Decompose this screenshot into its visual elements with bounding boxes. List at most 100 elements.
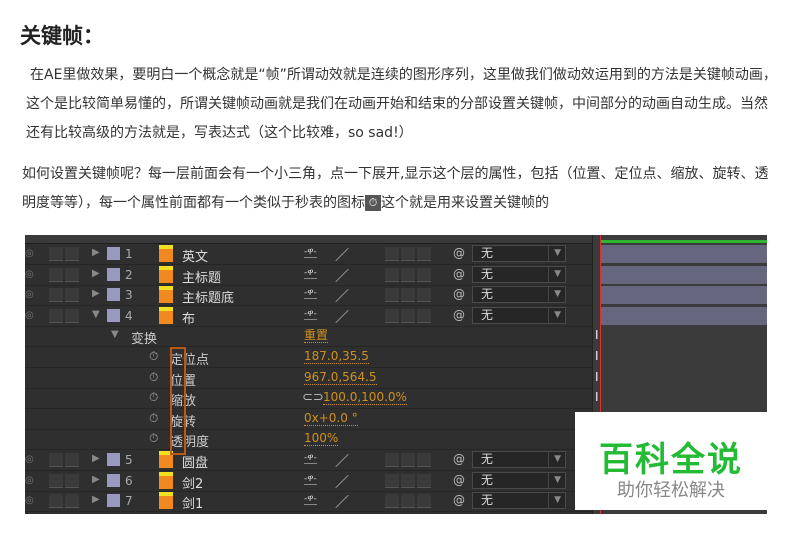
lock-toggle[interactable]	[65, 267, 79, 282]
switch[interactable]	[385, 453, 399, 467]
collapsed-triangle-icon[interactable]: ▶	[92, 288, 100, 299]
switch[interactable]	[401, 267, 415, 282]
shy-switch-icon[interactable]: -ዋ-	[304, 494, 317, 506]
parent-pickwhip-icon[interactable]: @	[453, 452, 465, 466]
layer-duration-bar[interactable]	[601, 265, 767, 284]
property-value[interactable]: 100%	[304, 431, 339, 447]
parent-dropdown[interactable]: 无 ▼	[472, 471, 566, 489]
layer-name[interactable]: 布	[182, 308, 195, 327]
label-color[interactable]	[107, 288, 120, 302]
switch[interactable]	[385, 473, 399, 488]
layer-name[interactable]: 剑1	[182, 493, 203, 512]
switch[interactable]	[401, 288, 415, 303]
quality-slash-icon[interactable]: ／	[335, 245, 349, 265]
switch[interactable]	[417, 288, 431, 303]
shy-switch-icon[interactable]: -ዋ-	[304, 453, 317, 464]
stopwatch-icon[interactable]: ⏱	[149, 390, 158, 405]
shy-switch-icon[interactable]: -ዋ-	[304, 288, 317, 300]
switch[interactable]	[385, 308, 399, 323]
layer-row[interactable]: ◎ ▶ 2 主标题 -ዋ- ／ @ 无 ▼	[25, 265, 592, 286]
audio-toggle[interactable]	[49, 288, 63, 303]
layer-row[interactable]: ◎ ▶ 5 圆盘 -ዋ- ／ @ 无 ▼	[25, 450, 592, 471]
label-color[interactable]	[107, 453, 120, 466]
property-value[interactable]: 100.0,100.0%	[323, 390, 407, 406]
audio-toggle[interactable]	[49, 473, 63, 488]
reset-link[interactable]: 重置	[304, 328, 329, 344]
lock-toggle[interactable]	[65, 473, 79, 488]
audio-toggle[interactable]	[49, 494, 63, 509]
layer-row[interactable]: ◎ ▼ 4 布 -ዋ- ／ @ 无 ▼	[25, 306, 592, 327]
quality-slash-icon[interactable]: ／	[335, 472, 349, 492]
property-row[interactable]: ⏱ 定位点 187.0,35.5 I	[25, 347, 599, 368]
parent-pickwhip-icon[interactable]: @	[453, 287, 465, 301]
audio-toggle[interactable]	[49, 453, 63, 467]
label-color[interactable]	[107, 247, 120, 260]
work-area-bar[interactable]	[601, 240, 767, 243]
eye-icon[interactable]: ◎	[25, 310, 34, 321]
parent-dropdown[interactable]: 无 ▼	[472, 245, 566, 262]
parent-pickwhip-icon[interactable]: @	[453, 246, 465, 260]
collapsed-triangle-icon[interactable]: ▶	[92, 453, 100, 464]
transform-group[interactable]: ▼ 变换 重置 I	[25, 326, 599, 348]
lock-toggle[interactable]	[65, 288, 79, 303]
switch[interactable]	[385, 267, 399, 282]
layer-duration-bar[interactable]	[601, 306, 767, 325]
layer-name[interactable]: 主标题底	[182, 287, 234, 306]
layer-name[interactable]: 剑2	[182, 473, 203, 492]
switch[interactable]	[401, 308, 415, 323]
eye-icon[interactable]: ◎	[25, 454, 34, 465]
shy-switch-icon[interactable]: -ዋ-	[304, 309, 317, 320]
parent-dropdown[interactable]: 无 ▼	[472, 286, 566, 304]
switch[interactable]	[401, 473, 415, 488]
parent-dropdown[interactable]: 无 ▼	[472, 306, 566, 324]
audio-toggle[interactable]	[49, 267, 63, 282]
layer-duration-bar[interactable]	[601, 245, 767, 263]
collapsed-triangle-icon[interactable]: ▶	[92, 494, 100, 505]
switch[interactable]	[401, 453, 415, 467]
collapsed-triangle-icon[interactable]: ▶	[92, 268, 100, 279]
quality-slash-icon[interactable]: ／	[335, 266, 349, 286]
expanded-triangle-icon[interactable]: ▼	[92, 309, 100, 320]
switch[interactable]	[385, 288, 399, 303]
property-value[interactable]: 0x+0.0 °	[304, 411, 358, 426]
switch[interactable]	[401, 247, 415, 261]
switch[interactable]	[417, 473, 431, 488]
stopwatch-icon[interactable]: ⏱	[149, 431, 158, 446]
eye-icon[interactable]: ◎	[25, 269, 34, 280]
switch[interactable]	[401, 494, 415, 509]
quality-slash-icon[interactable]: ／	[335, 307, 349, 327]
shy-switch-icon[interactable]: -ዋ-	[304, 247, 317, 258]
parent-dropdown[interactable]: 无 ▼	[472, 265, 566, 283]
audio-toggle[interactable]	[49, 308, 63, 323]
label-color[interactable]	[107, 267, 120, 281]
switch[interactable]	[417, 267, 431, 282]
label-color[interactable]	[107, 308, 120, 322]
layer-duration-bar[interactable]	[601, 286, 767, 305]
layer-name[interactable]: 主标题	[182, 267, 221, 286]
audio-toggle[interactable]	[49, 247, 63, 261]
quality-slash-icon[interactable]: ／	[335, 286, 349, 306]
eye-icon[interactable]: ◎	[25, 475, 34, 486]
eye-icon[interactable]: ◎	[25, 248, 34, 259]
stopwatch-icon[interactable]: ⏱	[149, 370, 158, 385]
property-row[interactable]: ⏱ 透明度 100%	[25, 429, 592, 451]
parent-dropdown[interactable]: 无 ▼	[472, 492, 566, 510]
stopwatch-icon[interactable]: ⏱	[149, 349, 158, 364]
parent-pickwhip-icon[interactable]: @	[453, 267, 465, 281]
layer-row[interactable]: ◎ ▶ 3 主标题底 -ዋ- ／ @ 无 ▼	[25, 285, 592, 307]
switch[interactable]	[385, 494, 399, 509]
property-row[interactable]: ⏱ 缩放 ⊂⊃ 100.0,100.0% I	[25, 388, 599, 410]
property-row[interactable]: ⏱ 旋转 0x+0.0 ° I	[25, 409, 599, 430]
quality-slash-icon[interactable]: ／	[335, 451, 349, 471]
switch[interactable]	[417, 453, 431, 467]
layer-row[interactable]: ◎ ▶ 6 剑2 -ዋ- ／ @ 无 ▼	[25, 471, 592, 492]
shy-switch-icon[interactable]: -ዋ-	[304, 474, 317, 485]
property-value[interactable]: 187.0,35.5	[304, 349, 369, 364]
switch[interactable]	[417, 494, 431, 509]
switch[interactable]	[385, 247, 399, 261]
collapsed-triangle-icon[interactable]: ▶	[92, 474, 100, 485]
shy-switch-icon[interactable]: -ዋ-	[304, 268, 317, 279]
parent-pickwhip-icon[interactable]: @	[453, 308, 465, 322]
eye-icon[interactable]: ◎	[25, 495, 34, 506]
property-row[interactable]: ⏱ 位置 967.0,564.5 I	[25, 368, 599, 389]
